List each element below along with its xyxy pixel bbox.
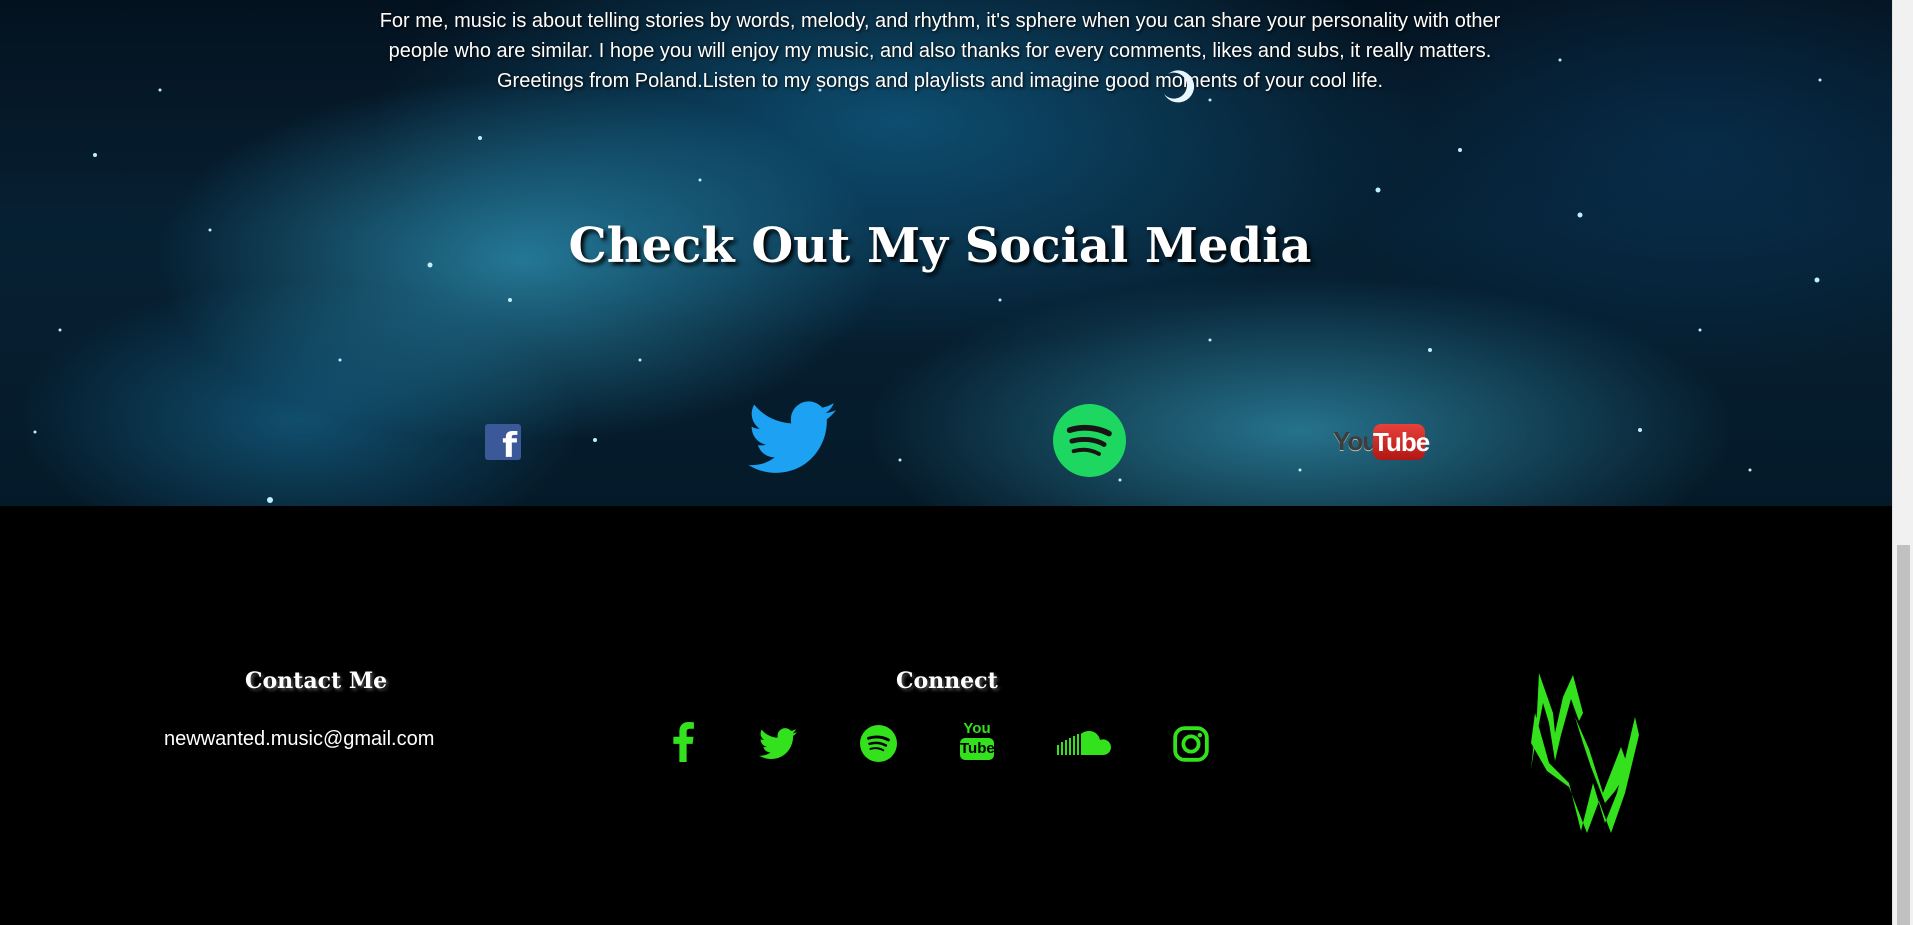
youtube-tube-text: Tube xyxy=(960,738,995,760)
facebook-link[interactable]: f xyxy=(485,424,521,460)
instagram-icon xyxy=(1173,726,1209,762)
connect-heading: Connect xyxy=(896,668,998,694)
footer-spotify-link[interactable] xyxy=(860,725,897,767)
hero-section: For me, music is about telling stories b… xyxy=(0,0,1893,506)
footer-soundcloud-link[interactable] xyxy=(1057,731,1111,762)
intro-paragraph: For me, music is about telling stories b… xyxy=(379,10,1501,92)
youtube-icon-you: You xyxy=(1333,426,1378,456)
contact-email[interactable]: newwanted.music@gmail.com xyxy=(164,728,434,751)
contact-heading: Contact Me xyxy=(245,668,388,694)
spotify-link[interactable] xyxy=(1053,404,1126,477)
footer-facebook-link[interactable] xyxy=(671,722,695,767)
twitter-icon xyxy=(759,728,797,760)
youtube-link[interactable]: You Tube xyxy=(1333,422,1430,462)
facebook-icon xyxy=(673,722,694,762)
social-media-title: Check Out My Social Media xyxy=(568,218,1312,274)
footer-youtube-link[interactable]: You Tube xyxy=(960,720,995,764)
twitter-link[interactable] xyxy=(748,400,836,476)
soundcloud-icon xyxy=(1057,731,1111,755)
page-scrollbar[interactable] xyxy=(1892,0,1913,925)
nw-logo xyxy=(1531,673,1639,833)
spotify-icon xyxy=(1053,404,1126,477)
footer-twitter-link[interactable] xyxy=(759,728,797,765)
youtube-icon: You Tube xyxy=(960,720,995,760)
spotify-icon xyxy=(860,725,897,762)
youtube-icon-tube: Tube xyxy=(1373,424,1430,460)
facebook-icon: f xyxy=(502,426,517,460)
twitter-icon xyxy=(748,401,836,473)
crescent-moon-icon xyxy=(1164,70,1195,103)
youtube-you-text: You xyxy=(963,720,991,737)
social-media-row: f You Tube xyxy=(0,400,1893,480)
scrollbar-thumb[interactable] xyxy=(1897,545,1910,925)
footer-instagram-link[interactable] xyxy=(1172,725,1210,768)
